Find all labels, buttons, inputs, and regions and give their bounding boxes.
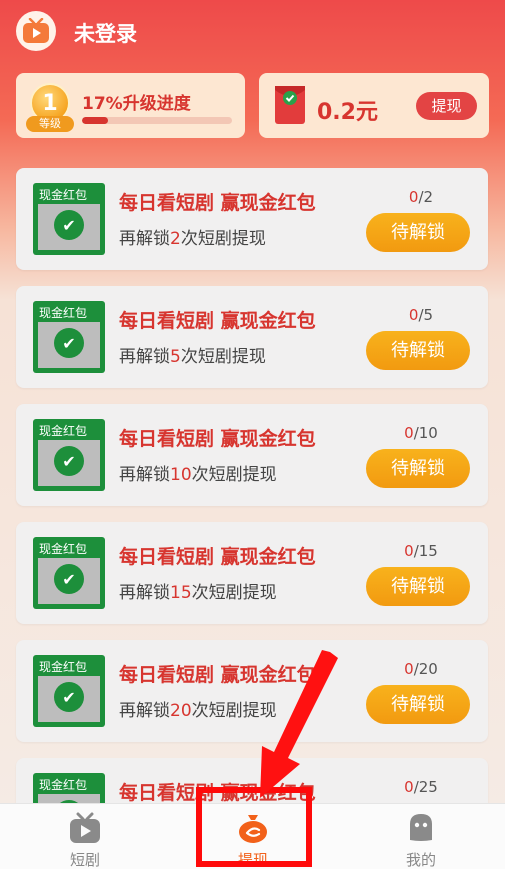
task-progress: 0/2 <box>391 188 451 206</box>
level-progress-fill <box>82 117 108 124</box>
unlock-button[interactable]: 待解锁 <box>366 449 470 488</box>
task-icon-screen: ✔ <box>38 204 100 250</box>
tv-icon <box>70 812 100 843</box>
task-title: 每日看短剧 赢现金红包 <box>119 310 316 332</box>
task-sub-prefix: 再解锁 <box>119 229 170 249</box>
level-progress-bar <box>82 117 232 124</box>
task-progress-done: 0 <box>404 542 414 560</box>
task-sub-suffix: 次短剧提现 <box>180 229 266 249</box>
task-sub-count: 15 <box>170 583 192 603</box>
task-icon-screen: ✔ <box>38 558 100 604</box>
task-icon-label: 现金红包 <box>39 306 88 320</box>
unlock-button[interactable]: 待解锁 <box>366 213 470 252</box>
task-title: 每日看短剧 赢现金红包 <box>119 192 316 214</box>
task-progress-done: 0 <box>404 660 414 678</box>
task-sub-prefix: 再解锁 <box>119 701 170 721</box>
tv-icon <box>23 18 49 43</box>
level-medal: 1 等级 <box>26 83 74 133</box>
task-progress-total: /20 <box>413 660 438 678</box>
task-progress: 0/5 <box>391 306 451 324</box>
login-status[interactable]: 未登录 <box>74 18 137 48</box>
red-packet-icon <box>275 86 305 124</box>
task-sub-count: 20 <box>170 701 192 721</box>
balance-amount: 0.2元 <box>317 100 378 125</box>
unlock-button[interactable]: 待解锁 <box>366 685 470 724</box>
cash-red-packet-icon: 现金红包 ✔ <box>33 537 105 609</box>
level-tag: 等级 <box>26 116 74 132</box>
task-progress-total: /10 <box>413 424 438 442</box>
task-sub-count: 2 <box>170 229 181 249</box>
task-sub-count: 5 <box>170 347 181 367</box>
balance-card: 0.2元 提现 <box>259 73 489 138</box>
task-subtitle: 再解锁2次短剧提现 <box>119 224 266 249</box>
tab-label: 短剧 <box>69 851 100 869</box>
task-progress-total: /2 <box>418 188 434 206</box>
checkmark-icon: ✔ <box>54 564 84 594</box>
cash-red-packet-icon: 现金红包 ✔ <box>33 183 105 255</box>
avatar[interactable] <box>16 11 56 51</box>
task-sub-suffix: 次短剧提现 <box>180 347 266 367</box>
task-sub-suffix: 次短剧提现 <box>191 583 277 603</box>
header: 未登录 <box>0 0 505 66</box>
withdraw-button[interactable]: 提现 <box>416 92 477 120</box>
checkmark-icon: ✔ <box>54 446 84 476</box>
task-sub-suffix: 次短剧提现 <box>191 465 277 485</box>
task-progress-done: 0 <box>404 424 414 442</box>
checkmark-icon: ✔ <box>54 682 84 712</box>
task-card: 现金红包 ✔ 每日看短剧 赢现金红包 再解锁15次短剧提现 0/15 待解锁 <box>16 522 488 624</box>
cash-red-packet-icon: 现金红包 ✔ <box>33 655 105 727</box>
task-icon-screen: ✔ <box>38 440 100 486</box>
unlock-button[interactable]: 待解锁 <box>366 331 470 370</box>
tab-label: 我的 <box>405 851 436 869</box>
task-progress: 0/10 <box>391 424 451 442</box>
level-card[interactable]: 1 等级 17%升级进度 <box>16 73 245 138</box>
task-subtitle: 再解锁10次短剧提现 <box>119 460 277 485</box>
checkmark-icon: ✔ <box>54 328 84 358</box>
profile-icon <box>410 814 432 841</box>
level-progress-text: 17%升级进度 <box>82 94 191 114</box>
task-sub-prefix: 再解锁 <box>119 465 170 485</box>
task-subtitle: 再解锁15次短剧提现 <box>119 578 277 603</box>
task-title: 每日看短剧 赢现金红包 <box>119 546 316 568</box>
cash-red-packet-icon: 现金红包 ✔ <box>33 301 105 373</box>
task-sub-prefix: 再解锁 <box>119 583 170 603</box>
task-subtitle: 再解锁5次短剧提现 <box>119 342 266 367</box>
task-icon-label: 现金红包 <box>39 188 88 202</box>
task-progress-total: /5 <box>418 306 434 324</box>
task-icon-label: 现金红包 <box>39 778 88 792</box>
task-progress: 0/20 <box>391 660 451 678</box>
task-card: 现金红包 ✔ 每日看短剧 赢现金红包 再解锁10次短剧提现 0/10 待解锁 <box>16 404 488 506</box>
task-sub-count: 10 <box>170 465 192 485</box>
task-progress: 0/15 <box>391 542 451 560</box>
task-icon-screen: ✔ <box>38 676 100 722</box>
task-progress: 0/25 <box>391 778 451 796</box>
task-icon-label: 现金红包 <box>39 424 88 438</box>
task-card: 现金红包 ✔ 每日看短剧 赢现金红包 再解锁5次短剧提现 0/5 待解锁 <box>16 286 488 388</box>
task-title: 每日看短剧 赢现金红包 <box>119 428 316 450</box>
task-icon-label: 现金红包 <box>39 542 88 556</box>
task-icon-screen: ✔ <box>38 322 100 368</box>
task-progress-done: 0 <box>404 778 414 796</box>
task-icon-label: 现金红包 <box>39 660 88 674</box>
task-card: 现金红包 ✔ 每日看短剧 赢现金红包 再解锁2次短剧提现 0/2 待解锁 <box>16 168 488 270</box>
task-progress-total: /15 <box>413 542 438 560</box>
checkmark-icon: ✔ <box>54 210 84 240</box>
task-progress-total: /25 <box>413 778 438 796</box>
tab-short-drama[interactable]: 短剧 <box>30 804 140 869</box>
tab-profile[interactable]: 我的 <box>366 804 476 869</box>
unlock-button[interactable]: 待解锁 <box>366 567 470 606</box>
pointer-arrow-icon <box>260 650 338 798</box>
task-sub-prefix: 再解锁 <box>119 347 170 367</box>
cash-red-packet-icon: 现金红包 ✔ <box>33 419 105 491</box>
